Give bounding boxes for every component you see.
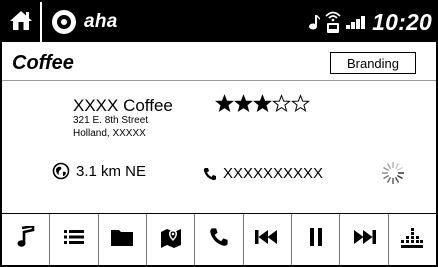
station-name: XXXX Coffee — [73, 96, 173, 115]
station-info-panel: Coffee Branding XXXX Coffee 321 E. 8th S… — [2, 42, 436, 209]
pause-icon — [309, 228, 323, 251]
call-button[interactable] — [195, 214, 244, 265]
star-filled-icon — [215, 94, 234, 113]
app-name: aha — [84, 11, 118, 32]
list-button[interactable] — [50, 214, 99, 265]
status-bar: aha 10:20 — [2, 2, 436, 42]
star-rating — [215, 94, 310, 113]
next-button[interactable] — [340, 214, 389, 265]
star-filled-icon — [234, 94, 253, 113]
branding-button[interactable]: Branding — [330, 52, 416, 74]
pause-button[interactable] — [292, 214, 341, 265]
skip-back-icon — [255, 229, 279, 250]
media-toolbar — [2, 213, 436, 265]
distance-info: 3.1 km NE — [52, 162, 146, 180]
music-note-icon — [17, 224, 35, 253]
address-line-2: Holland, XXXXX — [73, 128, 146, 139]
phone-icon — [209, 227, 229, 252]
status-indicators: 10:20 — [308, 2, 436, 42]
phone-number[interactable]: XXXXXXXXXX — [203, 165, 323, 182]
phone-icon — [203, 167, 217, 181]
home-button[interactable] — [2, 2, 42, 42]
clock: 10:20 — [372, 8, 432, 35]
page-title: Coffee — [12, 52, 74, 74]
equalizer-button[interactable] — [389, 214, 436, 265]
folder-button[interactable] — [99, 214, 147, 265]
star-empty-icon — [272, 94, 291, 113]
loading-spinner-icon — [380, 160, 406, 186]
star-empty-icon — [291, 94, 310, 113]
skip-forward-icon — [352, 229, 376, 250]
folder-icon — [111, 228, 134, 251]
signal-strength-icon — [346, 15, 368, 29]
home-icon — [9, 9, 33, 36]
phone-text: XXXXXXXXXX — [223, 165, 324, 182]
music-button[interactable] — [2, 214, 51, 265]
distance-text: 3.1 km NE — [76, 162, 147, 180]
map-button[interactable] — [147, 214, 196, 265]
wifi-phone-icon — [324, 10, 342, 34]
equalizer-icon — [401, 226, 424, 253]
list-icon — [63, 229, 84, 250]
music-note-icon — [308, 14, 321, 30]
address-line-1: 321 E. 8th Street — [73, 115, 149, 126]
app-window: aha 10:20 Coffee Branding XXXX Coffee 32… — [0, 0, 438, 267]
map-icon — [160, 226, 182, 253]
aha-logo-icon — [52, 10, 76, 34]
compass-icon — [52, 162, 70, 180]
title-divider — [2, 80, 436, 81]
star-filled-icon — [253, 94, 272, 113]
previous-button[interactable] — [244, 214, 292, 265]
